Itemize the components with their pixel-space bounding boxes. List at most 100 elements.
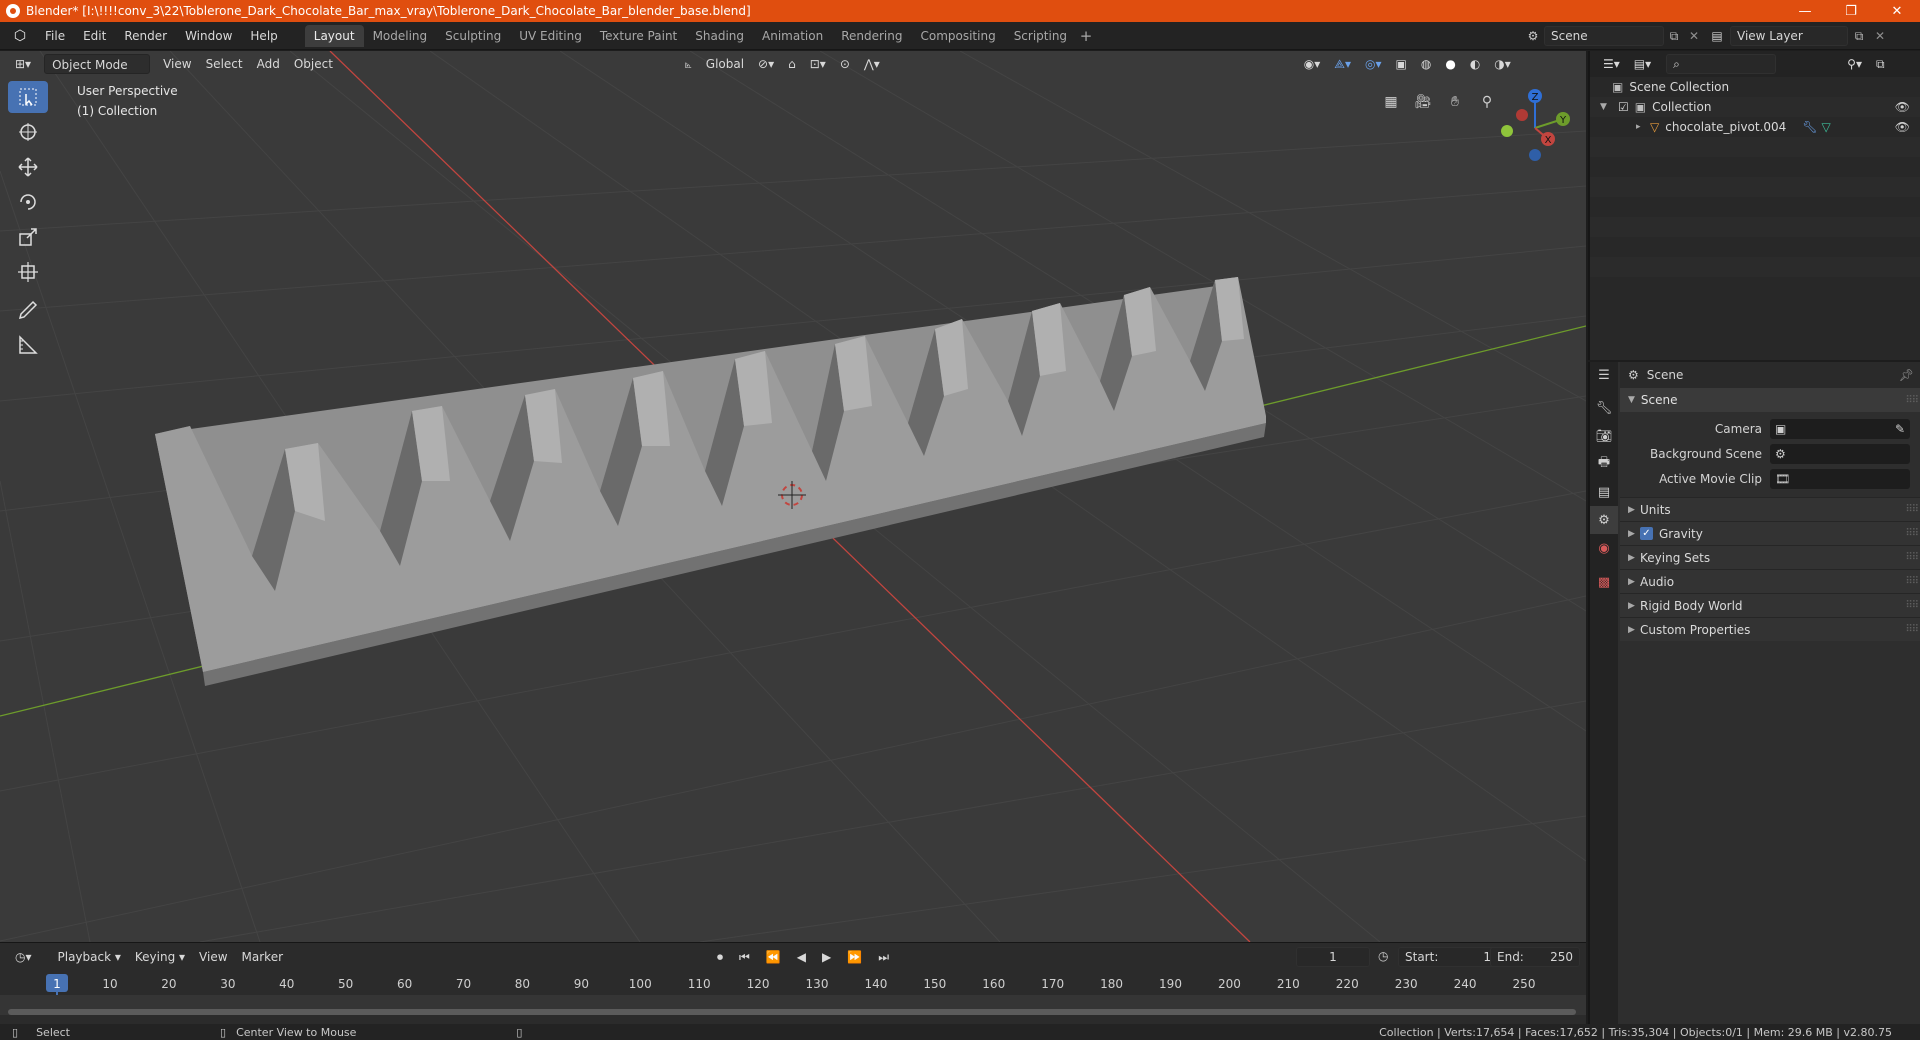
menu-help[interactable]: Help [241, 25, 286, 47]
move-tool[interactable] [8, 151, 48, 183]
xray-toggle-icon[interactable]: ▣ [1389, 54, 1414, 74]
shading-solid-icon[interactable]: ● [1438, 54, 1462, 74]
view-layer-field[interactable]: View Layer [1730, 26, 1848, 46]
timeline-view-menu[interactable]: View [192, 947, 234, 967]
jump-start-icon[interactable]: ⏮ [732, 947, 757, 967]
menu-edit[interactable]: Edit [74, 25, 115, 47]
tab-compositing[interactable]: Compositing [911, 25, 1004, 47]
transform-tool[interactable] [8, 256, 48, 288]
navigation-gizmo[interactable]: Z Y X [1501, 89, 1570, 161]
end-frame-field[interactable]: End: 250 [1490, 947, 1580, 967]
falloff-icon[interactable]: ⋀▾ [857, 54, 887, 74]
object-mode-dropdown[interactable]: Object Mode [44, 54, 151, 74]
prev-keyframe-icon[interactable]: ⏪ [759, 947, 788, 967]
audio-panel[interactable]: ▶ Audio ⠿⠿ [1620, 569, 1920, 593]
outliner-scene-collection[interactable]: ▣ Scene Collection [1590, 77, 1920, 97]
new-scene-icon[interactable]: ⧉ [1664, 29, 1684, 44]
pivot-icon[interactable]: ⊘▾ [751, 54, 781, 74]
add-workspace-button[interactable]: + [1076, 27, 1096, 45]
proportional-edit-icon[interactable]: ⊙ [833, 54, 857, 74]
shading-wireframe-icon[interactable]: ◍ [1414, 54, 1438, 74]
shading-material-icon[interactable]: ◐ [1463, 54, 1487, 74]
mesh-data-icon[interactable]: ▽ [1822, 120, 1831, 134]
select-box-tool[interactable] [8, 81, 48, 113]
outliner-collection[interactable]: ▼ ☑ ▣ Collection 👁︎ [1590, 97, 1920, 117]
camera-field[interactable]: ▣ ✎ [1770, 418, 1910, 439]
tab-shading[interactable]: Shading [686, 25, 753, 47]
toggle-grid-icon[interactable]: ▦ [1378, 89, 1404, 115]
scene-panel-header[interactable]: ▼ Scene ⠿⠿ [1620, 388, 1920, 412]
pin-icon[interactable]: 📌︎ [1899, 368, 1914, 382]
properties-editor[interactable]: ☰ 🔧︎ 📷︎ 🖶 ▤ ⚙ ◉ ▩ ⚙ Scene 📌︎ ▼ Scene ⠿⠿ … [1588, 362, 1920, 1024]
record-icon[interactable]: ⏺ [710, 947, 730, 967]
transform-orientation-dropdown[interactable]: Global [699, 54, 751, 74]
tab-render-icon[interactable]: 📷︎ [1590, 422, 1618, 450]
menu-window[interactable]: Window [176, 25, 241, 47]
panel-drag-handle[interactable]: ⠿⠿ [1905, 528, 1919, 539]
timeline-ruler[interactable]: 1 10 20 30 40 50 60 70 80 90 100 110 120 130 140 150 160… [0, 973, 1586, 995]
tab-scene-icon[interactable]: ⚙ [1590, 506, 1618, 534]
snap-icon[interactable]: ⌂ [781, 54, 803, 74]
units-panel[interactable]: ▶ Units ⠿⠿ [1620, 497, 1920, 521]
outliner-search-input[interactable]: ⌕ [1666, 54, 1777, 74]
visibility-icon[interactable]: ◉▾ [1297, 54, 1328, 74]
play-reverse-icon[interactable]: ◀ [790, 947, 813, 967]
eyedropper-icon[interactable]: ✎ [1895, 422, 1905, 436]
select-menu[interactable]: Select [199, 54, 250, 74]
tab-tool-icon[interactable]: 🔧︎ [1590, 394, 1618, 422]
scene-icon[interactable]: ⚙ [1522, 29, 1544, 43]
tab-view-layer-icon[interactable]: ▤ [1590, 478, 1618, 506]
orientation-icon[interactable]: ⦝ [678, 54, 699, 74]
tab-layout[interactable]: Layout [304, 24, 364, 47]
camera-view-icon[interactable]: 🎥︎ [1410, 89, 1436, 115]
background-scene-field[interactable]: ⚙ [1770, 443, 1910, 464]
panel-drag-handle[interactable]: ⠿⠿ [1905, 552, 1919, 563]
gravity-panel[interactable]: ▶ ✓ Gravity ⠿⠿ [1620, 521, 1920, 545]
timeline-editor-type-icon[interactable]: ◷▾ [8, 947, 39, 967]
chocolate-bar-mesh[interactable] [155, 277, 1266, 686]
custom-properties-panel[interactable]: ▶ Custom Properties ⠿⠿ [1620, 617, 1920, 641]
delete-view-layer-icon[interactable]: ✕ [1870, 29, 1890, 43]
next-keyframe-icon[interactable]: ⏩ [840, 947, 869, 967]
menu-render[interactable]: Render [115, 25, 176, 47]
collection-visibility-icon[interactable]: 👁︎ [1895, 100, 1910, 114]
shading-rendered-icon[interactable]: ◑▾ [1487, 54, 1518, 74]
gravity-checkbox[interactable]: ✓ [1640, 527, 1653, 540]
current-frame-field[interactable]: 1 [1296, 947, 1370, 967]
start-frame-field[interactable]: Start: 1 [1398, 947, 1498, 967]
tab-texture-icon[interactable]: ▩ [1590, 568, 1618, 596]
tab-animation[interactable]: Animation [753, 25, 832, 47]
play-icon[interactable]: ▶ [815, 947, 838, 967]
panel-drag-handle[interactable]: ⠿⠿ [1905, 624, 1919, 635]
panel-drag-handle[interactable]: ⠿⠿ [1905, 504, 1919, 515]
annotate-tool[interactable] [8, 294, 48, 326]
new-collection-icon[interactable]: ⧉ [1869, 54, 1892, 74]
marker-menu[interactable]: Marker [235, 947, 290, 967]
snap-target-icon[interactable]: ⊡▾ [803, 54, 833, 74]
expand-object-icon[interactable]: ▸ [1636, 122, 1650, 132]
panel-drag-handle[interactable]: ⠿⠿ [1905, 395, 1919, 406]
tab-texture-paint[interactable]: Texture Paint [591, 25, 686, 47]
rotate-tool[interactable] [8, 186, 48, 218]
expand-collection-icon[interactable]: ▼ [1600, 102, 1614, 112]
blender-menu-icon[interactable]: ⬡ [10, 28, 30, 44]
collection-checkbox[interactable]: ☑ [1618, 100, 1629, 114]
filter-icon[interactable]: ⚲▾ [1840, 54, 1869, 74]
menu-file[interactable]: File [36, 25, 74, 47]
view-layer-icon[interactable]: ▤ [1704, 29, 1730, 43]
zoom-icon[interactable]: ⚲ [1474, 89, 1500, 115]
outliner-editor-type-icon[interactable]: ☰▾ [1596, 54, 1627, 74]
3d-viewport[interactable]: Z Y X ⊞▾ Object Mode View Select Add Obj… [0, 51, 1586, 942]
tab-world-icon[interactable]: ◉ [1590, 534, 1618, 562]
preview-range-icon[interactable]: ◷ [1378, 949, 1388, 963]
gizmo-toggle-icon[interactable]: ⟁▾ [1327, 54, 1358, 74]
tab-uv-editing[interactable]: UV Editing [510, 25, 591, 47]
overlays-toggle-icon[interactable]: ◎▾ [1358, 54, 1389, 74]
add-menu[interactable]: Add [250, 54, 287, 74]
keying-menu[interactable]: Keying ▾ [128, 947, 192, 967]
keying-sets-panel[interactable]: ▶ Keying Sets ⠿⠿ [1620, 545, 1920, 569]
new-view-layer-icon[interactable]: ⧉ [1848, 29, 1870, 44]
object-menu[interactable]: Object [287, 54, 340, 74]
panel-drag-handle[interactable]: ⠿⠿ [1905, 576, 1919, 587]
scene-name-field[interactable]: Scene [1544, 26, 1664, 46]
